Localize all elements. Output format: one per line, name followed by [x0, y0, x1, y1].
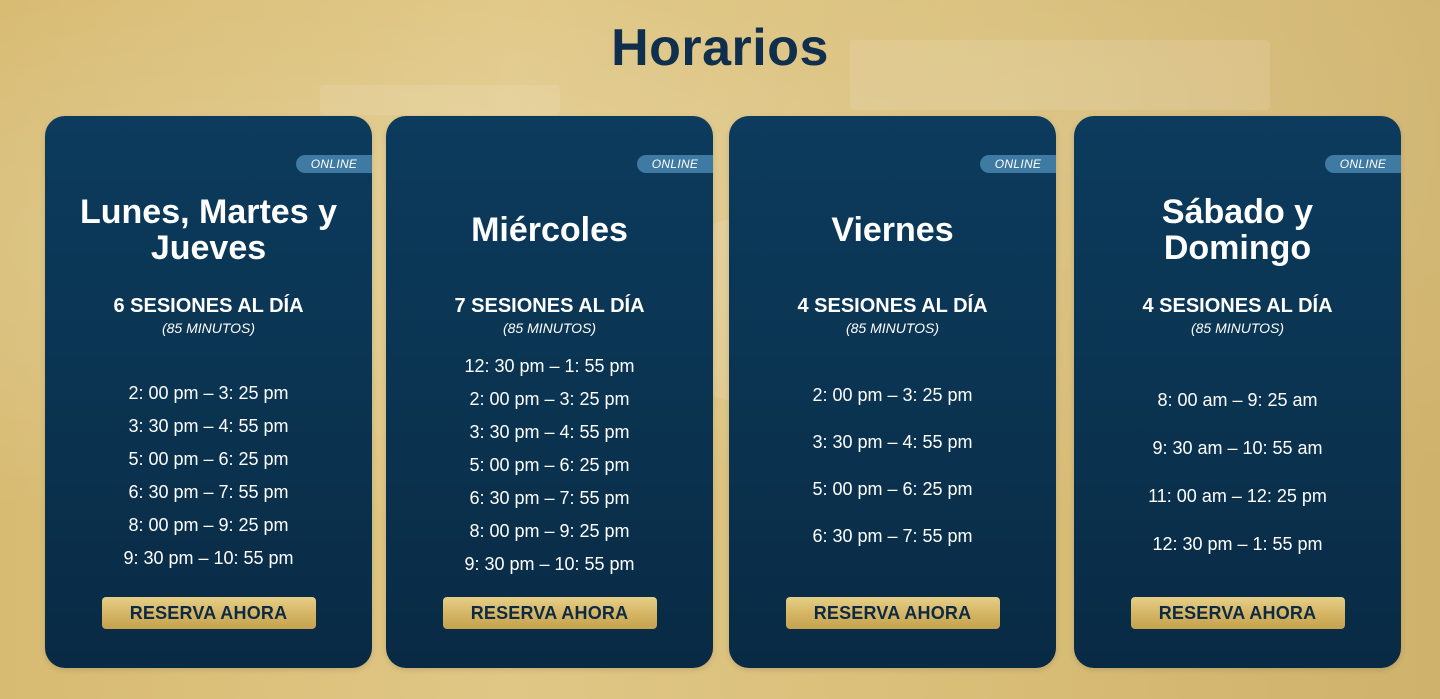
- time-slot: 8: 00 pm – 9: 25 pm: [128, 515, 289, 535]
- schedule-cards: ONLINE Lunes, Martes y Jueves 6 SESIONES…: [45, 116, 1401, 668]
- time-slot: 3: 30 pm – 4: 55 pm: [812, 432, 973, 452]
- time-slot-list: 2: 00 pm – 3: 25 pm 3: 30 pm – 4: 55 pm …: [45, 377, 372, 575]
- time-slot: 3: 30 pm – 4: 55 pm: [128, 416, 289, 436]
- reserve-now-button[interactable]: RESERVA AHORA: [442, 597, 657, 629]
- time-slot: 12: 30 pm – 1: 55 pm: [464, 356, 635, 376]
- time-slot: 9: 30 pm – 10: 55 pm: [464, 554, 635, 574]
- schedule-card-miercoles: ONLINE Miércoles 7 SESIONES AL DÍA (85 M…: [386, 116, 713, 668]
- card-day-title: Lunes, Martes y Jueves: [80, 193, 337, 267]
- card-duration: (85 MINUTOS): [1190, 320, 1285, 336]
- card-day-title: Miércoles: [471, 211, 628, 249]
- time-slot: 6: 30 pm – 7: 55 pm: [812, 526, 973, 546]
- time-slot: 12: 30 pm – 1: 55 pm: [1152, 534, 1323, 554]
- schedule-card-lunes-martes-jueves: ONLINE Lunes, Martes y Jueves 6 SESIONES…: [45, 116, 372, 668]
- card-duration: (85 MINUTOS): [502, 320, 597, 336]
- card-sessions: 4 SESIONES AL DÍA: [1142, 295, 1333, 317]
- card-day-title: Sábado y Domingo: [1161, 193, 1314, 267]
- time-slot-list: 8: 00 am – 9: 25 am 9: 30 am – 10: 55 am…: [1074, 384, 1401, 576]
- background-shape: [320, 85, 560, 115]
- online-badge: ONLINE: [1325, 155, 1401, 173]
- online-badge: ONLINE: [296, 155, 372, 173]
- time-slot: 9: 30 am – 10: 55 am: [1152, 438, 1323, 458]
- time-slot: 9: 30 pm – 10: 55 pm: [123, 548, 294, 568]
- time-slot: 8: 00 am – 9: 25 am: [1157, 390, 1318, 410]
- time-slot-list: 12: 30 pm – 1: 55 pm 2: 00 pm – 3: 25 pm…: [386, 350, 713, 581]
- online-badge: ONLINE: [637, 155, 713, 173]
- time-slot: 6: 30 pm – 7: 55 pm: [469, 488, 630, 508]
- time-slot: 5: 00 pm – 6: 25 pm: [128, 449, 289, 469]
- time-slot: 5: 00 pm – 6: 25 pm: [469, 455, 630, 475]
- page-title: Horarios: [611, 19, 829, 77]
- time-slot: 3: 30 pm – 4: 55 pm: [469, 422, 630, 442]
- time-slot-list: 2: 00 pm – 3: 25 pm 3: 30 pm – 4: 55 pm …: [729, 379, 1056, 567]
- time-slot: 2: 00 pm – 3: 25 pm: [128, 383, 289, 403]
- schedule-card-sabado-domingo: ONLINE Sábado y Domingo 4 SESIONES AL DÍ…: [1074, 116, 1401, 668]
- card-day-title: Viernes: [831, 211, 954, 249]
- schedule-card-viernes: ONLINE Viernes 4 SESIONES AL DÍA (85 MIN…: [729, 116, 1056, 668]
- time-slot: 8: 00 pm – 9: 25 pm: [469, 521, 630, 541]
- time-slot: 6: 30 pm – 7: 55 pm: [128, 482, 289, 502]
- reserve-now-button[interactable]: RESERVA AHORA: [1130, 597, 1345, 629]
- online-badge: ONLINE: [980, 155, 1056, 173]
- reserve-now-button[interactable]: RESERVA AHORA: [785, 597, 1000, 629]
- time-slot: 5: 00 pm – 6: 25 pm: [812, 479, 973, 499]
- reserve-now-button[interactable]: RESERVA AHORA: [101, 597, 316, 629]
- time-slot: 2: 00 pm – 3: 25 pm: [469, 389, 630, 409]
- card-duration: (85 MINUTOS): [845, 320, 940, 336]
- time-slot: 2: 00 pm – 3: 25 pm: [812, 385, 973, 405]
- card-sessions: 4 SESIONES AL DÍA: [797, 295, 988, 317]
- card-duration: (85 MINUTOS): [161, 320, 256, 336]
- card-sessions: 7 SESIONES AL DÍA: [454, 295, 645, 317]
- time-slot: 11: 00 am – 12: 25 pm: [1148, 486, 1327, 506]
- card-sessions: 6 SESIONES AL DÍA: [113, 295, 304, 317]
